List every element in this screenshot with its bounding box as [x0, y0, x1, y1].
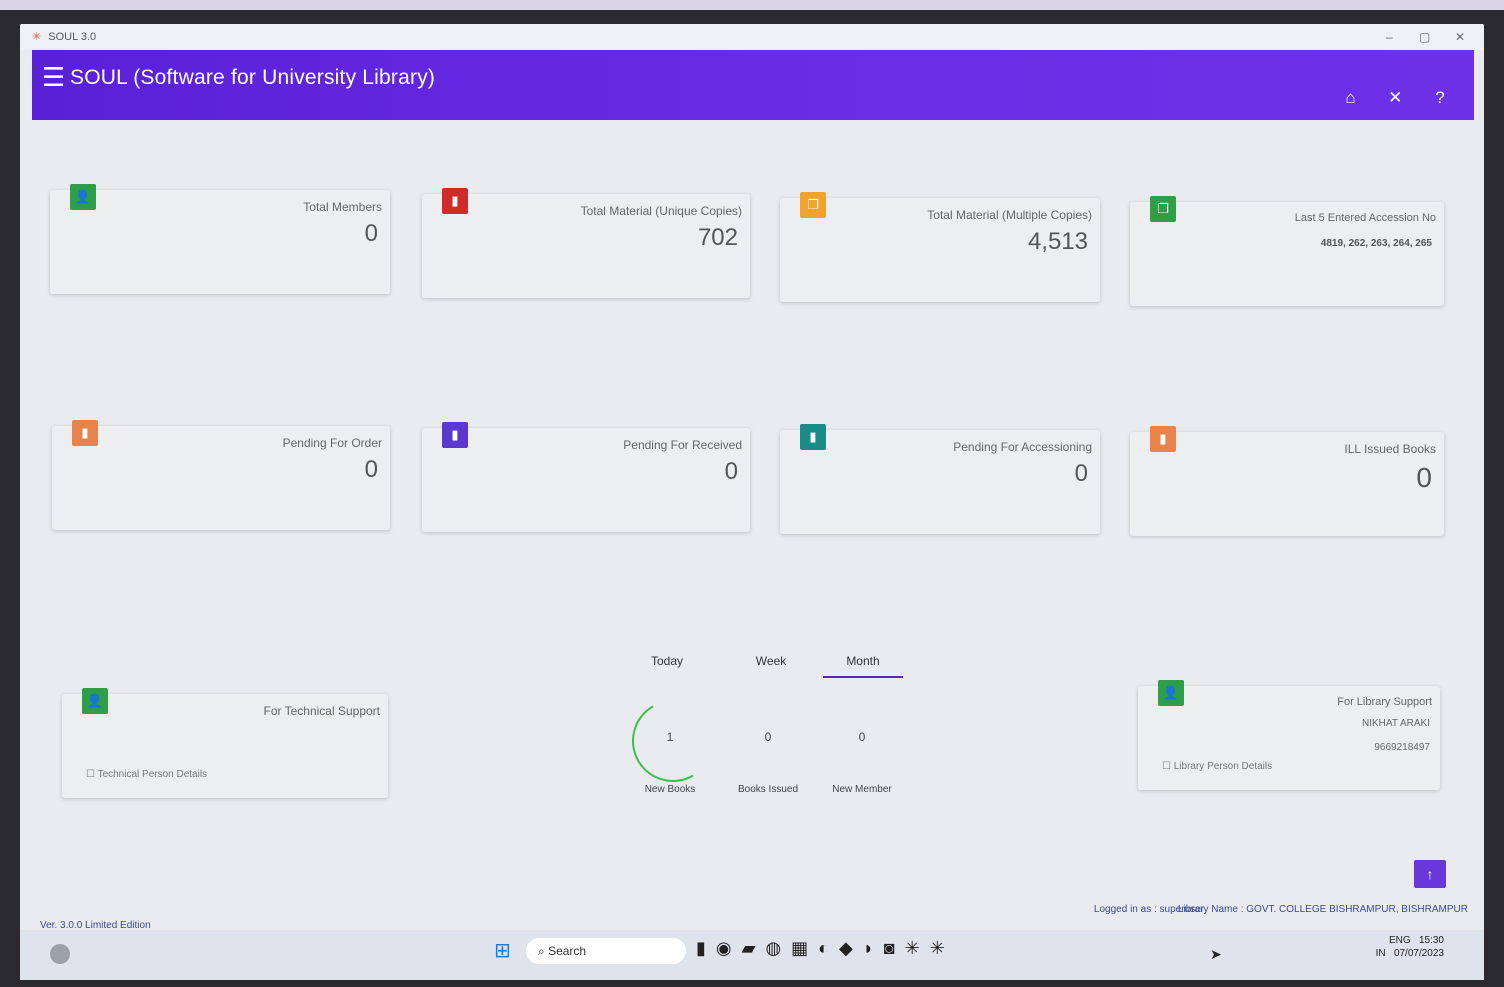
window-title: SOUL 3.0	[48, 31, 97, 43]
card-label: Total Material (Unique Copies)	[580, 204, 742, 218]
screen: ✳ SOUL 3.0 – ▢ ✕ ☰ SOUL (Software for Un…	[20, 24, 1484, 974]
widgets-icon[interactable]	[50, 944, 70, 964]
card-value: 702	[697, 224, 738, 251]
window-titlebar: ✳ SOUL 3.0 – ▢ ✕	[20, 24, 1484, 50]
window-controls: – ▢ ✕	[1373, 24, 1476, 50]
card-value: 0	[364, 456, 378, 483]
tab-month[interactable]: Month	[823, 654, 903, 678]
clock-time[interactable]: 15:30	[1419, 935, 1444, 946]
card-value: 4819, 262, 263, 264, 265	[1320, 238, 1432, 249]
stat-value: 0	[764, 730, 772, 744]
app-title: SOUL (Software for University Library)	[70, 66, 436, 89]
stat-value: 1	[666, 730, 674, 744]
stat-books-issued: 0 Books Issued	[718, 730, 818, 795]
person-icon: 👤	[1158, 680, 1184, 706]
copy-icon: ❐	[1150, 196, 1176, 222]
clock-date[interactable]: 07/07/2023	[1394, 948, 1444, 959]
technical-support-label: For Technical Support	[263, 704, 380, 718]
stat-new-books: 1 New Books	[620, 730, 720, 795]
card-total-members[interactable]: 👤 Total Members 0	[50, 184, 390, 294]
stat-caption: Books Issued	[737, 784, 799, 795]
help-icon[interactable]: ?	[1420, 88, 1460, 108]
book-icon: ▮	[442, 422, 468, 448]
document-icon: ▮	[442, 188, 468, 214]
book-icon: ▮	[1150, 426, 1176, 452]
mouse-cursor-icon: ➤	[1210, 946, 1222, 962]
tab-week[interactable]: Week	[731, 654, 811, 676]
scroll-top-button[interactable]: ↑	[1414, 860, 1446, 888]
card-pending-order[interactable]: ▮ Pending For Order 0	[52, 420, 390, 530]
card-value: 4,513	[1027, 228, 1088, 255]
card-value: 0	[724, 458, 738, 485]
app-header: ☰ SOUL (Software for University Library)…	[32, 50, 1474, 120]
person-icon: 👤	[70, 184, 96, 210]
card-total-material-multiple[interactable]: ❐ Total Material (Multiple Copies) 4,513	[780, 192, 1100, 302]
taskbar-search[interactable]: ⌕ Search	[526, 938, 686, 964]
close-icon[interactable]: ✕	[1375, 88, 1415, 108]
library-person-details-link[interactable]: ☐ Library Person Details	[1162, 761, 1272, 772]
soul-app-icon: ✳	[32, 31, 42, 43]
card-label: Pending For Accessioning	[953, 440, 1092, 454]
card-total-material-unique[interactable]: ▮ Total Material (Unique Copies) 702	[422, 188, 750, 298]
library-name-label: Library Name : GOVT. COLLEGE BISHRAMPUR,…	[1177, 904, 1468, 915]
hamburger-menu-icon[interactable]: ☰	[42, 64, 65, 90]
period-tabs: Today Week Month	[627, 654, 927, 684]
card-label: Total Material (Multiple Copies)	[927, 208, 1092, 222]
stat-value: 0	[858, 730, 866, 744]
card-library-support: 👤 For Library Support NIKHAT ARAKI 96692…	[1138, 680, 1440, 790]
card-label: Total Members	[303, 200, 382, 214]
library-support-label: For Library Support	[1337, 696, 1432, 708]
technical-person-details-link[interactable]: ☐ Technical Person Details	[86, 769, 207, 780]
home-icon[interactable]: ⌂	[1331, 88, 1371, 108]
header-actions: ⌂ ✕ ?	[1331, 88, 1460, 108]
system-tray: ENG 15:30 IN 07/07/2023	[1376, 934, 1444, 960]
card-ill-issued[interactable]: ▮ ILL Issued Books 0	[1130, 426, 1444, 536]
dashboard: 👤 Total Members 0 ▮ Total Material (Uniq…	[32, 120, 1474, 940]
copy-icon: ❐	[800, 192, 826, 218]
card-value: 0	[1074, 460, 1088, 487]
card-pending-accessioning[interactable]: ▮ Pending For Accessioning 0	[780, 424, 1100, 534]
search-label: Search	[548, 944, 587, 958]
card-value: 0	[364, 220, 378, 247]
card-label: Pending For Received	[623, 438, 742, 452]
tab-today[interactable]: Today	[627, 654, 707, 676]
card-label: ILL Issued Books	[1344, 442, 1436, 456]
stat-caption: New Member	[832, 784, 892, 795]
card-technical-support: 👤 For Technical Support ☐ Technical Pers…	[62, 688, 388, 798]
taskbar-apps[interactable]: ▮◉▰◍▦◐◆◗◙✳✳	[696, 938, 955, 959]
book-icon: ▮	[800, 424, 826, 450]
person-icon: 👤	[82, 688, 108, 714]
lang-indicator[interactable]: ENG	[1389, 935, 1411, 946]
card-pending-received[interactable]: ▮ Pending For Received 0	[422, 422, 750, 532]
book-icon: ▮	[72, 420, 98, 446]
card-label: Last 5 Entered Accession No	[1294, 212, 1436, 224]
card-value: 0	[1416, 462, 1432, 493]
stat-new-member: 0 New Member	[812, 730, 912, 795]
library-person-phone: 9669218497	[1374, 742, 1430, 753]
card-label: Pending For Order	[282, 436, 382, 450]
library-person-name: NIKHAT ARAKI	[1362, 718, 1430, 729]
minimize-button[interactable]: –	[1373, 24, 1405, 50]
close-window-button[interactable]: ✕	[1444, 24, 1476, 50]
card-last-accession[interactable]: ❐ Last 5 Entered Accession No 4819, 262,…	[1130, 196, 1444, 306]
stat-caption: New Books	[644, 784, 696, 795]
maximize-button[interactable]: ▢	[1409, 24, 1441, 50]
monitor-bezel	[0, 0, 1504, 10]
region-indicator: IN	[1375, 948, 1386, 959]
windows-start-icon[interactable]: ⊞	[494, 940, 516, 962]
os-taskbar: ⊞ ⌕ Search ▮◉▰◍▦◐◆◗◙✳✳ ENG 15:30 IN 07/0…	[20, 930, 1484, 980]
